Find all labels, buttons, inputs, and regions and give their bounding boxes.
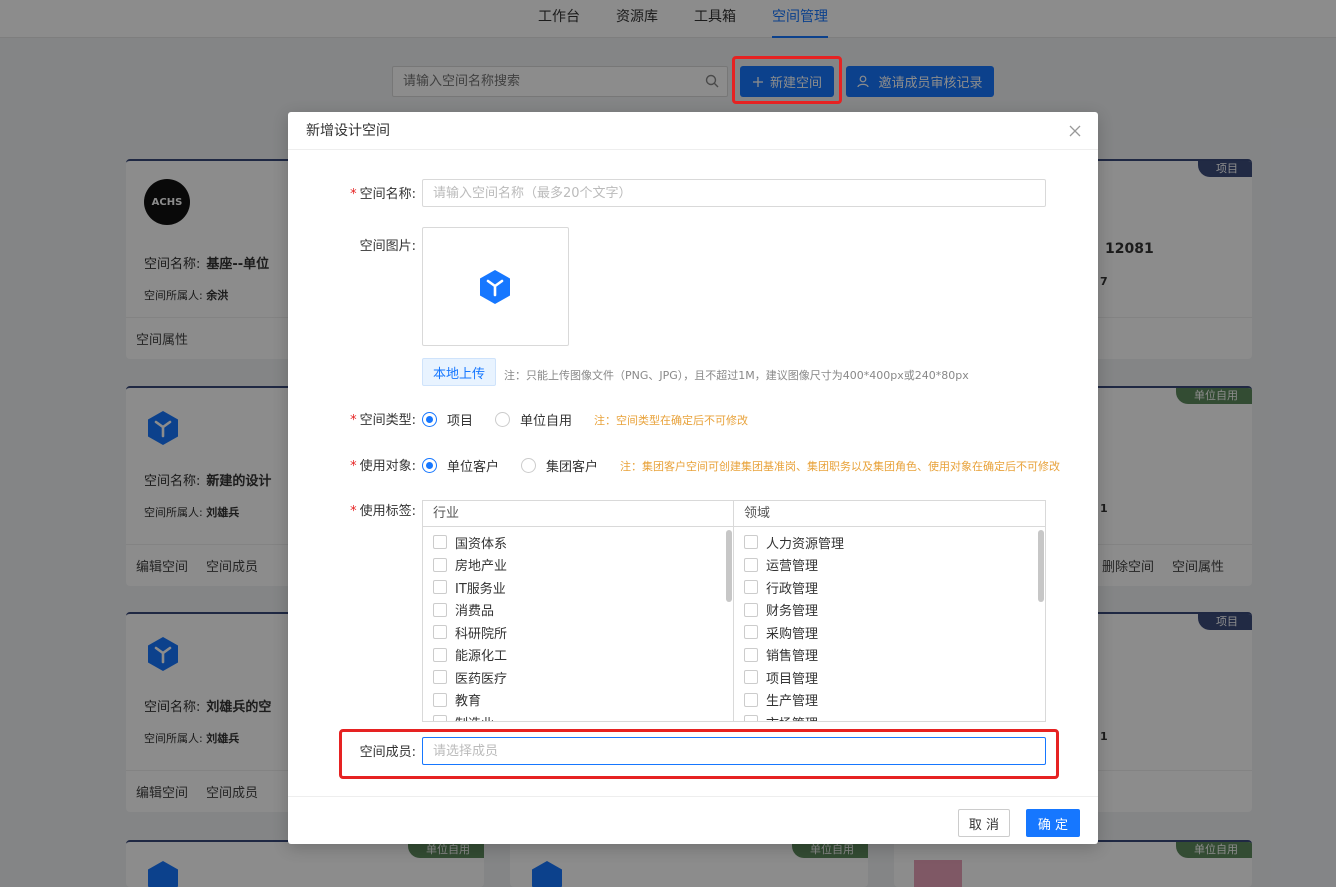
- domain-option-label: 销售管理: [766, 649, 819, 665]
- checkbox-icon[interactable]: [744, 535, 758, 550]
- domain-option[interactable]: 销售管理: [744, 644, 1045, 667]
- checkbox-icon[interactable]: [433, 580, 447, 595]
- domain-option-label: 市场管理: [766, 713, 818, 721]
- industry-option-label: 科研院所: [455, 626, 508, 642]
- checkbox-icon[interactable]: [744, 580, 758, 595]
- industry-option-label: 制造业: [455, 713, 494, 721]
- radio-unchecked-icon[interactable]: [495, 412, 511, 427]
- checkbox-icon[interactable]: [433, 715, 447, 721]
- space-cube-icon: [480, 270, 510, 304]
- target-radio-group: 单位客户 集团客户 注：集团客户空间可创建集团基准岗、集团职务以及集团角色、使用…: [422, 456, 1060, 475]
- domain-option[interactable]: 人力资源管理: [744, 531, 1045, 554]
- target-note: 注：集团客户空间可创建集团基准岗、集团职务以及集团角色、使用对象在确定后不可修改: [620, 459, 1061, 473]
- checkbox-icon[interactable]: [744, 692, 758, 707]
- checkbox-icon[interactable]: [433, 602, 447, 617]
- industry-option-label: 国资体系: [455, 536, 508, 552]
- industry-option[interactable]: 国资体系: [433, 531, 733, 554]
- domain-option[interactable]: 行政管理: [744, 576, 1045, 599]
- radio-unchecked-icon[interactable]: [521, 458, 537, 473]
- industry-header: 行业: [423, 501, 733, 527]
- industry-option-label: IT服务业: [455, 581, 506, 597]
- space-image-preview[interactable]: [422, 227, 569, 346]
- dialog-footer: 取 消 确 定: [288, 796, 1098, 844]
- domain-option-label: 运营管理: [766, 559, 819, 575]
- tags-field-label: * 使用标签:: [350, 504, 416, 519]
- industry-option-label: 房地产业: [455, 559, 508, 575]
- domain-option-label: 人力资源管理: [766, 536, 845, 552]
- confirm-button[interactable]: 确 定: [1026, 809, 1080, 837]
- industry-option[interactable]: 教育: [433, 689, 733, 712]
- domain-option[interactable]: 市场管理: [744, 711, 1045, 721]
- space-type-field-label: * 空间类型:: [350, 413, 416, 428]
- industry-option[interactable]: 制造业: [433, 711, 733, 721]
- checkbox-icon[interactable]: [744, 602, 758, 617]
- domain-option-label: 生产管理: [766, 694, 819, 710]
- close-icon[interactable]: [1068, 124, 1082, 138]
- upload-note: 注：只能上传图像文件（PNG、JPG），且不超过1M，建议图像尺寸为400*40…: [504, 369, 969, 382]
- checkbox-icon[interactable]: [744, 715, 758, 721]
- space-name-input[interactable]: [422, 179, 1046, 207]
- type-option-project[interactable]: 项目: [422, 410, 473, 429]
- industry-scrollbar[interactable]: [726, 530, 732, 602]
- domain-option-label: 项目管理: [766, 671, 819, 687]
- domain-option-label: 行政管理: [766, 581, 819, 597]
- industry-option[interactable]: 房地产业: [433, 554, 733, 577]
- highlight-new-space: [732, 56, 842, 104]
- industry-option-label: 医药医疗: [455, 671, 508, 687]
- industry-option[interactable]: 消费品: [433, 599, 733, 622]
- target-field-label: * 使用对象:: [350, 459, 416, 474]
- industry-option[interactable]: 能源化工: [433, 644, 733, 667]
- checkbox-icon[interactable]: [433, 535, 447, 550]
- domain-column: 领域 人力资源管理运营管理行政管理财务管理采购管理销售管理项目管理生产管理市场管…: [734, 501, 1045, 721]
- industry-option-label: 消费品: [455, 604, 495, 620]
- domain-scrollbar[interactable]: [1038, 530, 1044, 602]
- industry-option-label: 能源化工: [455, 649, 508, 665]
- domain-option-label: 采购管理: [766, 626, 819, 642]
- checkbox-icon[interactable]: [433, 692, 447, 707]
- checkbox-icon[interactable]: [433, 670, 447, 685]
- dialog-title: 新增设计空间: [306, 123, 390, 139]
- new-space-dialog: 新增设计空间 *空间名称: 空间图片: 本地上传 注：只能上传图像文件（PNG、…: [288, 112, 1098, 844]
- domain-option[interactable]: 采购管理: [744, 621, 1045, 644]
- domain-option-label: 财务管理: [766, 604, 819, 620]
- industry-option[interactable]: IT服务业: [433, 576, 733, 599]
- industry-column: 行业 国资体系房地产业 IT服务业消费品科研院所能源化工医药医疗教育制造业: [423, 501, 734, 721]
- checkbox-icon[interactable]: [744, 647, 758, 662]
- industry-option[interactable]: 科研院所: [433, 621, 733, 644]
- industry-option-label: 教育: [455, 694, 482, 710]
- space-image-field-label: 空间图片:: [359, 239, 416, 254]
- checkbox-icon[interactable]: [433, 625, 447, 640]
- space-name-field-label: * 空间名称:: [350, 187, 416, 202]
- checkbox-icon[interactable]: [744, 625, 758, 640]
- checkbox-icon[interactable]: [433, 647, 447, 662]
- checkbox-icon[interactable]: [744, 557, 758, 572]
- tags-selector: 行业 国资体系房地产业 IT服务业消费品科研院所能源化工医药医疗教育制造业 领域 …: [422, 500, 1046, 722]
- domain-option[interactable]: 生产管理: [744, 689, 1045, 712]
- radio-checked-icon[interactable]: [422, 412, 437, 427]
- industry-option[interactable]: 医药医疗: [433, 666, 733, 689]
- radio-checked-icon[interactable]: [422, 458, 437, 473]
- checkbox-icon[interactable]: [433, 557, 447, 572]
- cancel-button[interactable]: 取 消: [958, 809, 1010, 837]
- domain-header: 领域: [734, 501, 1045, 527]
- type-option-unit[interactable]: 单位自用: [495, 410, 572, 429]
- domain-option[interactable]: 运营管理: [744, 554, 1045, 577]
- domain-option[interactable]: 项目管理: [744, 666, 1045, 689]
- highlight-members-field: [339, 729, 1059, 779]
- target-option-group-customer[interactable]: 集团客户: [521, 456, 598, 475]
- domain-option[interactable]: 财务管理: [744, 599, 1045, 622]
- target-option-unit-customer[interactable]: 单位客户: [422, 456, 499, 475]
- checkbox-icon[interactable]: [744, 670, 758, 685]
- space-type-radio-group: 项目 单位自用 注：空间类型在确定后不可修改: [422, 410, 748, 429]
- type-note: 注：空间类型在确定后不可修改: [594, 413, 749, 427]
- local-upload-button[interactable]: 本地上传: [422, 358, 496, 386]
